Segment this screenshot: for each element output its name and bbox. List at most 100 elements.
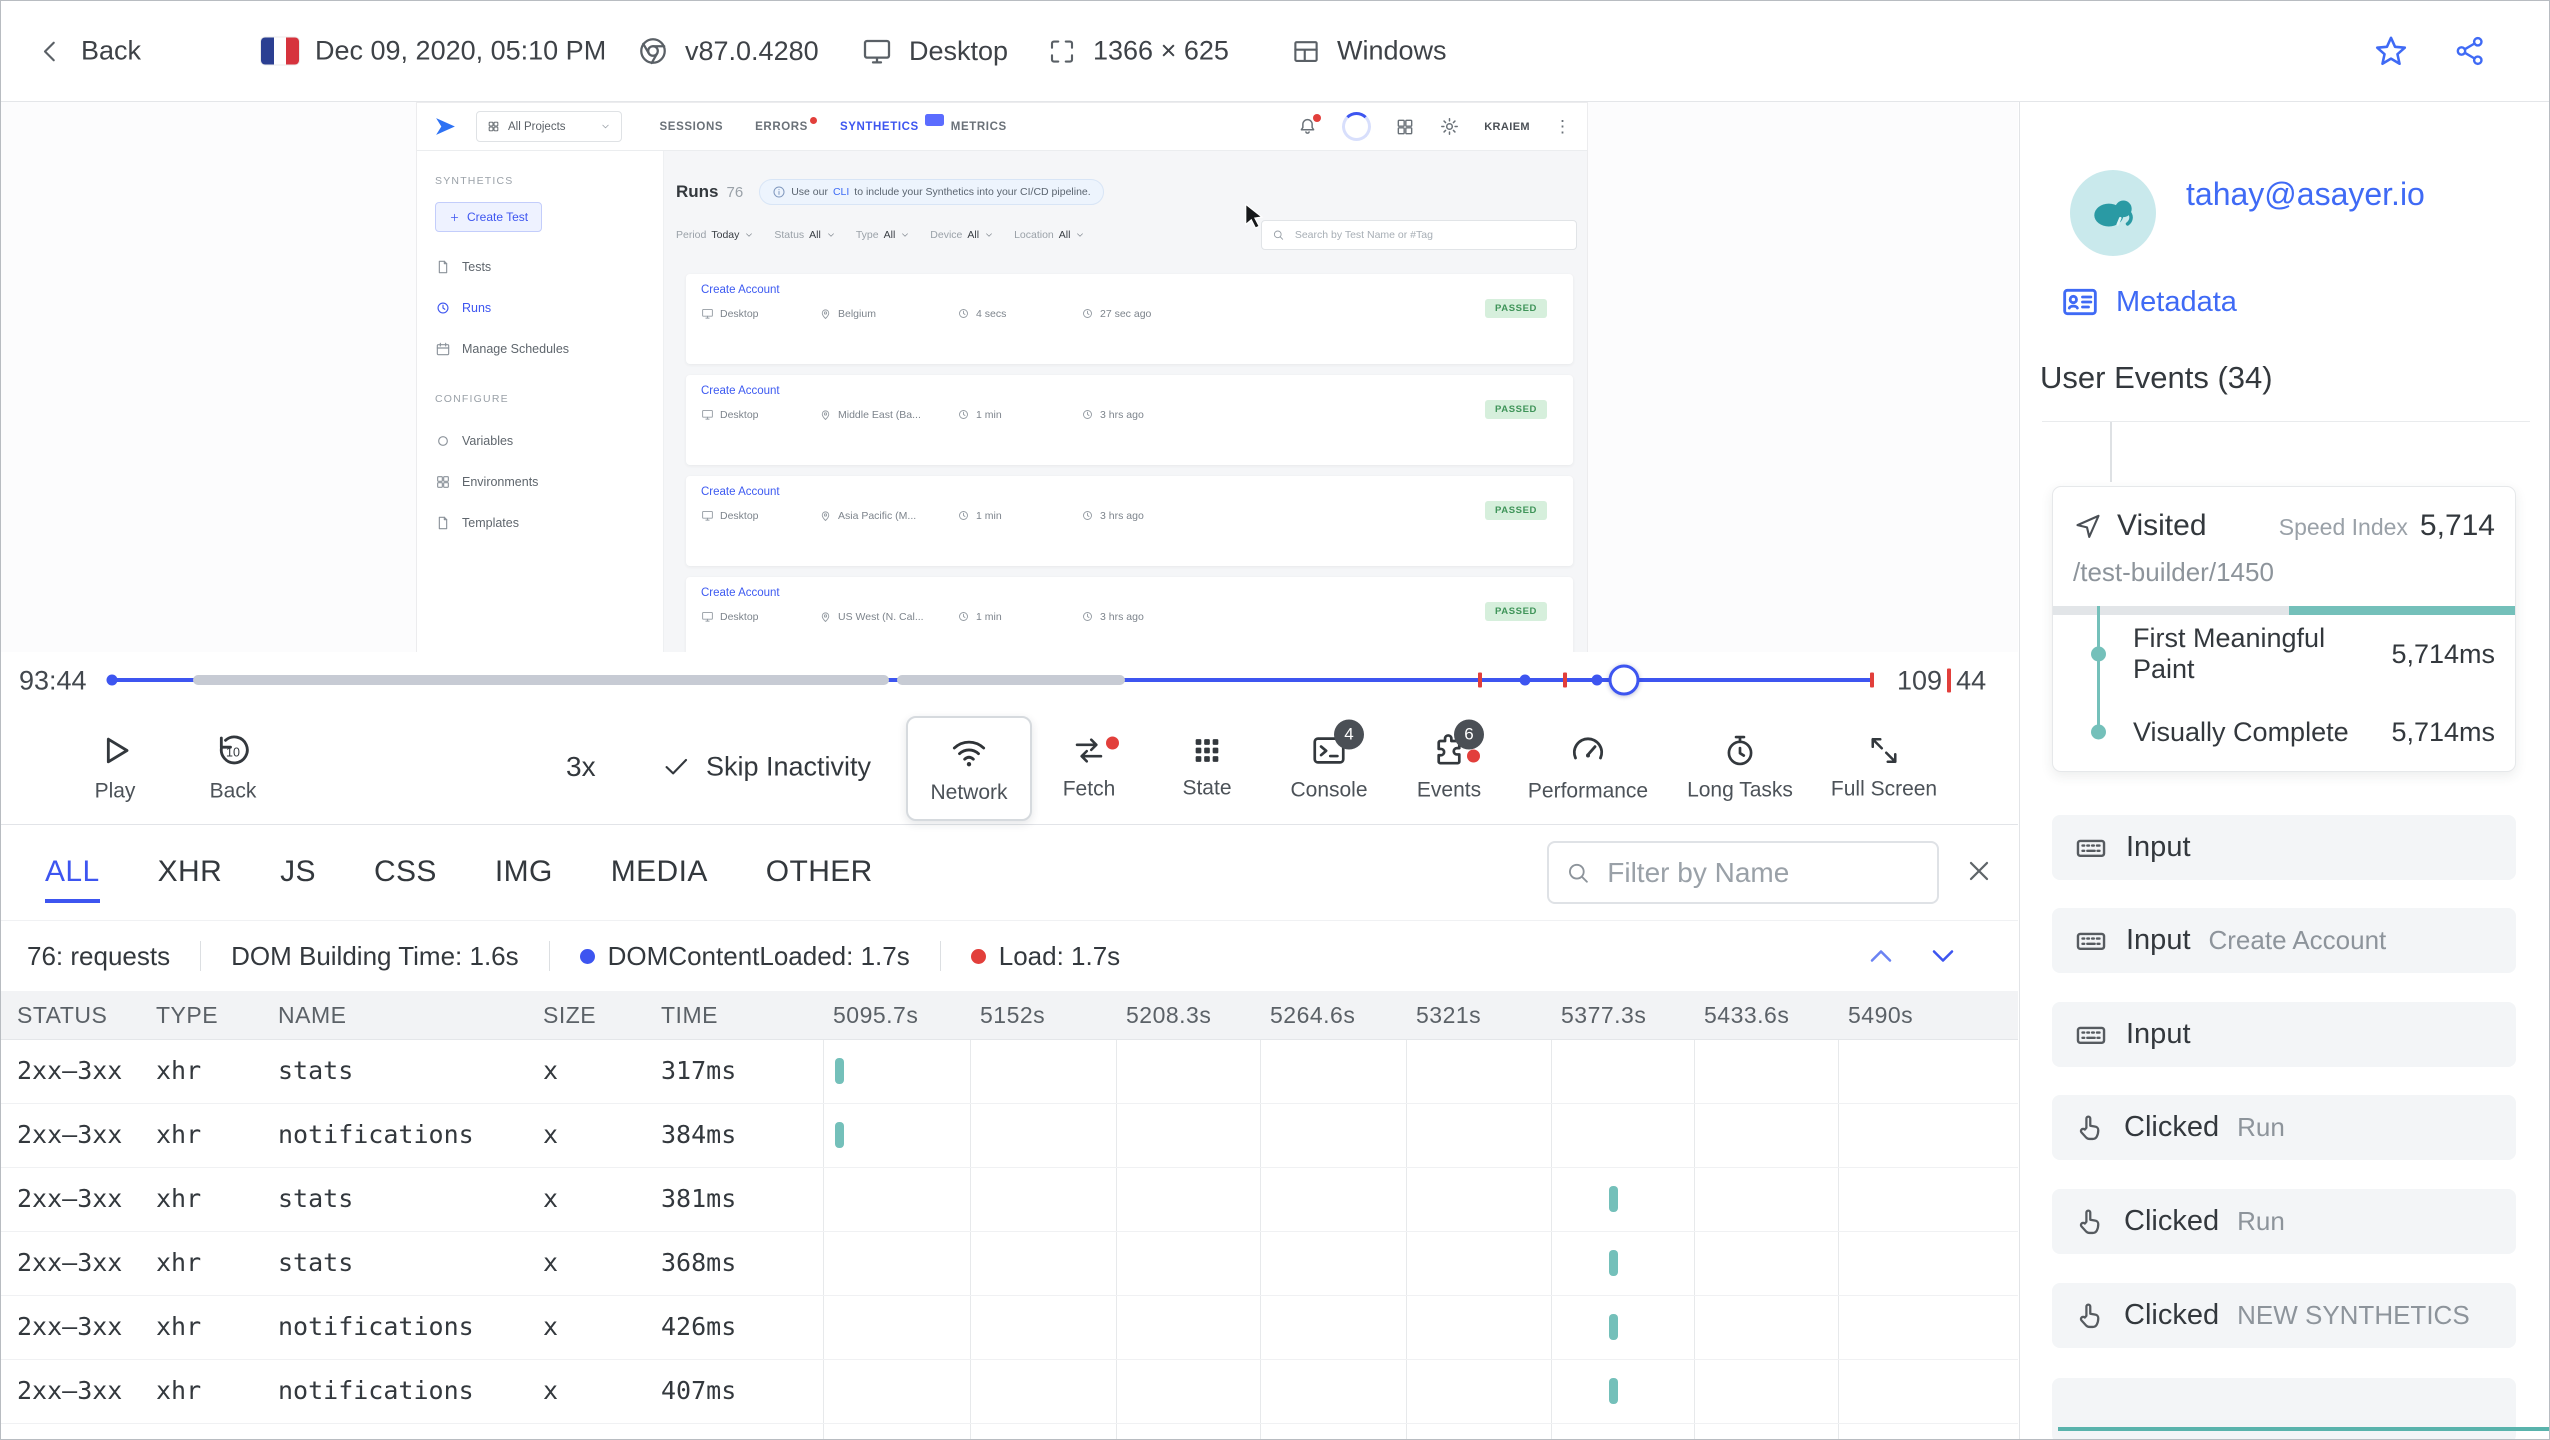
tool-state-button[interactable]: State — [1142, 733, 1272, 800]
skip-inactivity-toggle[interactable]: Skip Inactivity — [661, 751, 871, 782]
tab-other[interactable]: OTHER — [766, 855, 873, 889]
variables-icon — [435, 433, 451, 449]
playback-timeline[interactable]: 93:44 109 44 — [1, 652, 2018, 709]
run-card: Create Account Desktop US West (N. Cal..… — [686, 577, 1573, 653]
run-name-link: Create Account — [701, 385, 780, 397]
event-card-input[interactable]: Input — [2052, 815, 2516, 880]
monitor-icon — [701, 307, 714, 320]
tab-errors: ERRORS — [755, 116, 817, 133]
metadata-button[interactable]: Metadata — [2060, 282, 2237, 322]
tool-events-button[interactable]: 6 Events — [1384, 719, 1514, 802]
loading-spinner-icon — [1342, 112, 1372, 141]
close-panel-button[interactable] — [1963, 855, 1995, 887]
dom-content-loaded: DOMContentLoaded: 1.7s — [579, 941, 910, 972]
clock-icon — [1081, 408, 1094, 421]
time-tick: 5377.3s — [1561, 1002, 1647, 1028]
speed-toggle[interactable]: 3x — [566, 751, 596, 783]
load-time: Load: 1.7s — [970, 941, 1120, 972]
sidebar-item-tests: Tests — [435, 246, 663, 287]
tab-sessions: SESSIONS — [659, 120, 724, 133]
tool-long-tasks-button[interactable]: Long Tasks — [1675, 731, 1805, 802]
tab-media[interactable]: MEDIA — [611, 855, 708, 889]
tab-js[interactable]: JS — [280, 855, 316, 889]
event-card-clicked[interactable]: Clicked NEW SYNTHETICS — [2052, 1283, 2516, 1348]
request-timing-bar — [1609, 1314, 1618, 1340]
event-card-input[interactable]: Input Create Account — [2052, 908, 2516, 973]
error-marker — [1478, 672, 1482, 688]
playhead-knob[interactable] — [1608, 664, 1640, 696]
visited-label: Visited — [2117, 509, 2207, 542]
tab-img[interactable]: IMG — [495, 855, 553, 889]
network-row[interactable]: 2xx–3xx xhr notifications x 384ms — [1, 1103, 2018, 1168]
event-card-clicked[interactable]: Clicked Run — [2052, 1095, 2516, 1160]
request-timing-bar — [835, 1122, 844, 1148]
event-card-clicked[interactable]: Clicked Run — [2052, 1189, 2516, 1254]
device-label: Desktop — [909, 35, 1009, 66]
fetch-icon — [1071, 732, 1107, 768]
network-row[interactable]: 2xx–3xx xhr stats x 368ms — [1, 1231, 2018, 1296]
jump-next-button[interactable] — [1925, 938, 1961, 974]
jump-prev-button[interactable] — [1863, 938, 1899, 974]
play-button[interactable]: Play — [50, 730, 180, 803]
session-replay-screen: Back Dec 09, 2020, 05:10 PM v87.0.4280 D… — [0, 0, 2550, 1440]
tool-console-button[interactable]: 4 Console — [1264, 719, 1394, 802]
kebab-menu-icon: ⋮ — [1554, 116, 1571, 136]
network-row[interactable]: 2xx–3xx xhr stats x 381ms — [1, 1167, 2018, 1232]
runs-filters: Period Today Status All Type All Device All … — [676, 220, 1579, 250]
gear-icon — [1439, 116, 1460, 137]
event-card-input[interactable]: Input — [2052, 1002, 2516, 1067]
cli-link: CLI — [832, 186, 850, 198]
clock-icon — [957, 610, 970, 623]
status-badge: PASSED — [1485, 299, 1547, 318]
blue-dot-icon — [579, 948, 595, 964]
clock-icon — [435, 300, 451, 316]
events-count-badge: 6 — [1454, 719, 1484, 749]
current-time: 93:44 — [19, 665, 87, 695]
click-hand-icon — [2074, 1300, 2106, 1332]
monitor-icon — [701, 509, 714, 522]
tool-fetch-button[interactable]: Fetch — [1024, 732, 1154, 801]
end-error-tick — [1947, 668, 1952, 693]
close-icon — [1963, 855, 1995, 887]
pin-icon — [819, 610, 832, 623]
tool-network-button[interactable]: Network — [906, 716, 1032, 821]
sidebar-section-configure: CONFIGURE — [435, 393, 509, 405]
navigate-icon — [2073, 511, 2103, 541]
visited-url: /test-builder/1450 — [2073, 557, 2274, 587]
session-date-group: Dec 09, 2020, 05:10 PM — [261, 36, 606, 67]
favorite-button[interactable] — [2373, 33, 2409, 69]
network-row[interactable]: 2xx–3xx xhr notifications x 407ms — [1, 1359, 2018, 1424]
gauge-icon — [1568, 730, 1608, 770]
replayed-app-navbar: All Projects SESSIONS ERRORS SYNTHETICS … — [417, 103, 1587, 151]
rewind-10-button[interactable]: 10 Back — [168, 730, 298, 803]
session-user-panel: tahay@asayer.io Metadata User Events (34… — [2019, 102, 2549, 1439]
event-dot — [1519, 674, 1531, 686]
event-card-visited[interactable]: Visited Speed Index 5,714 /test-builder/… — [2052, 486, 2516, 772]
tab-css[interactable]: CSS — [374, 855, 437, 889]
share-button[interactable] — [2453, 34, 2487, 68]
back-button[interactable]: Back — [35, 36, 141, 67]
chevron-down-icon — [984, 230, 994, 240]
monitor-icon — [701, 610, 714, 623]
tool-full-screen-button[interactable]: Full Screen — [1819, 732, 1949, 801]
tab-all[interactable]: ALL — [45, 855, 100, 903]
run-card: Create Account Desktop Belgium 4 secs 27… — [686, 274, 1573, 364]
network-row[interactable]: 2xx–3xx xhr notifications x 426ms — [1, 1295, 2018, 1360]
col-size: SIZE — [543, 1002, 597, 1028]
network-row[interactable]: 2xx–3xx xhr stats x 317ms — [1, 1039, 2018, 1104]
chevron-down-icon — [900, 230, 910, 240]
filter-by-name-input[interactable] — [1547, 841, 1939, 904]
events-alert-dot — [1467, 749, 1480, 762]
errors-dot — [809, 116, 817, 124]
divider — [939, 941, 941, 971]
runs-list: Create Account Desktop Belgium 4 secs 27… — [676, 274, 1579, 653]
device-group: Desktop — [861, 35, 1008, 67]
chevron-left-icon — [35, 36, 65, 66]
tab-xhr[interactable]: XHR — [158, 855, 223, 889]
tool-performance-button[interactable]: Performance — [1523, 730, 1653, 803]
calendar-icon — [435, 341, 451, 357]
metric-dot-icon — [2091, 724, 2106, 740]
notifications-icon — [1297, 114, 1322, 137]
state-grid-icon — [1190, 733, 1224, 767]
project-name: All Projects — [508, 120, 566, 133]
